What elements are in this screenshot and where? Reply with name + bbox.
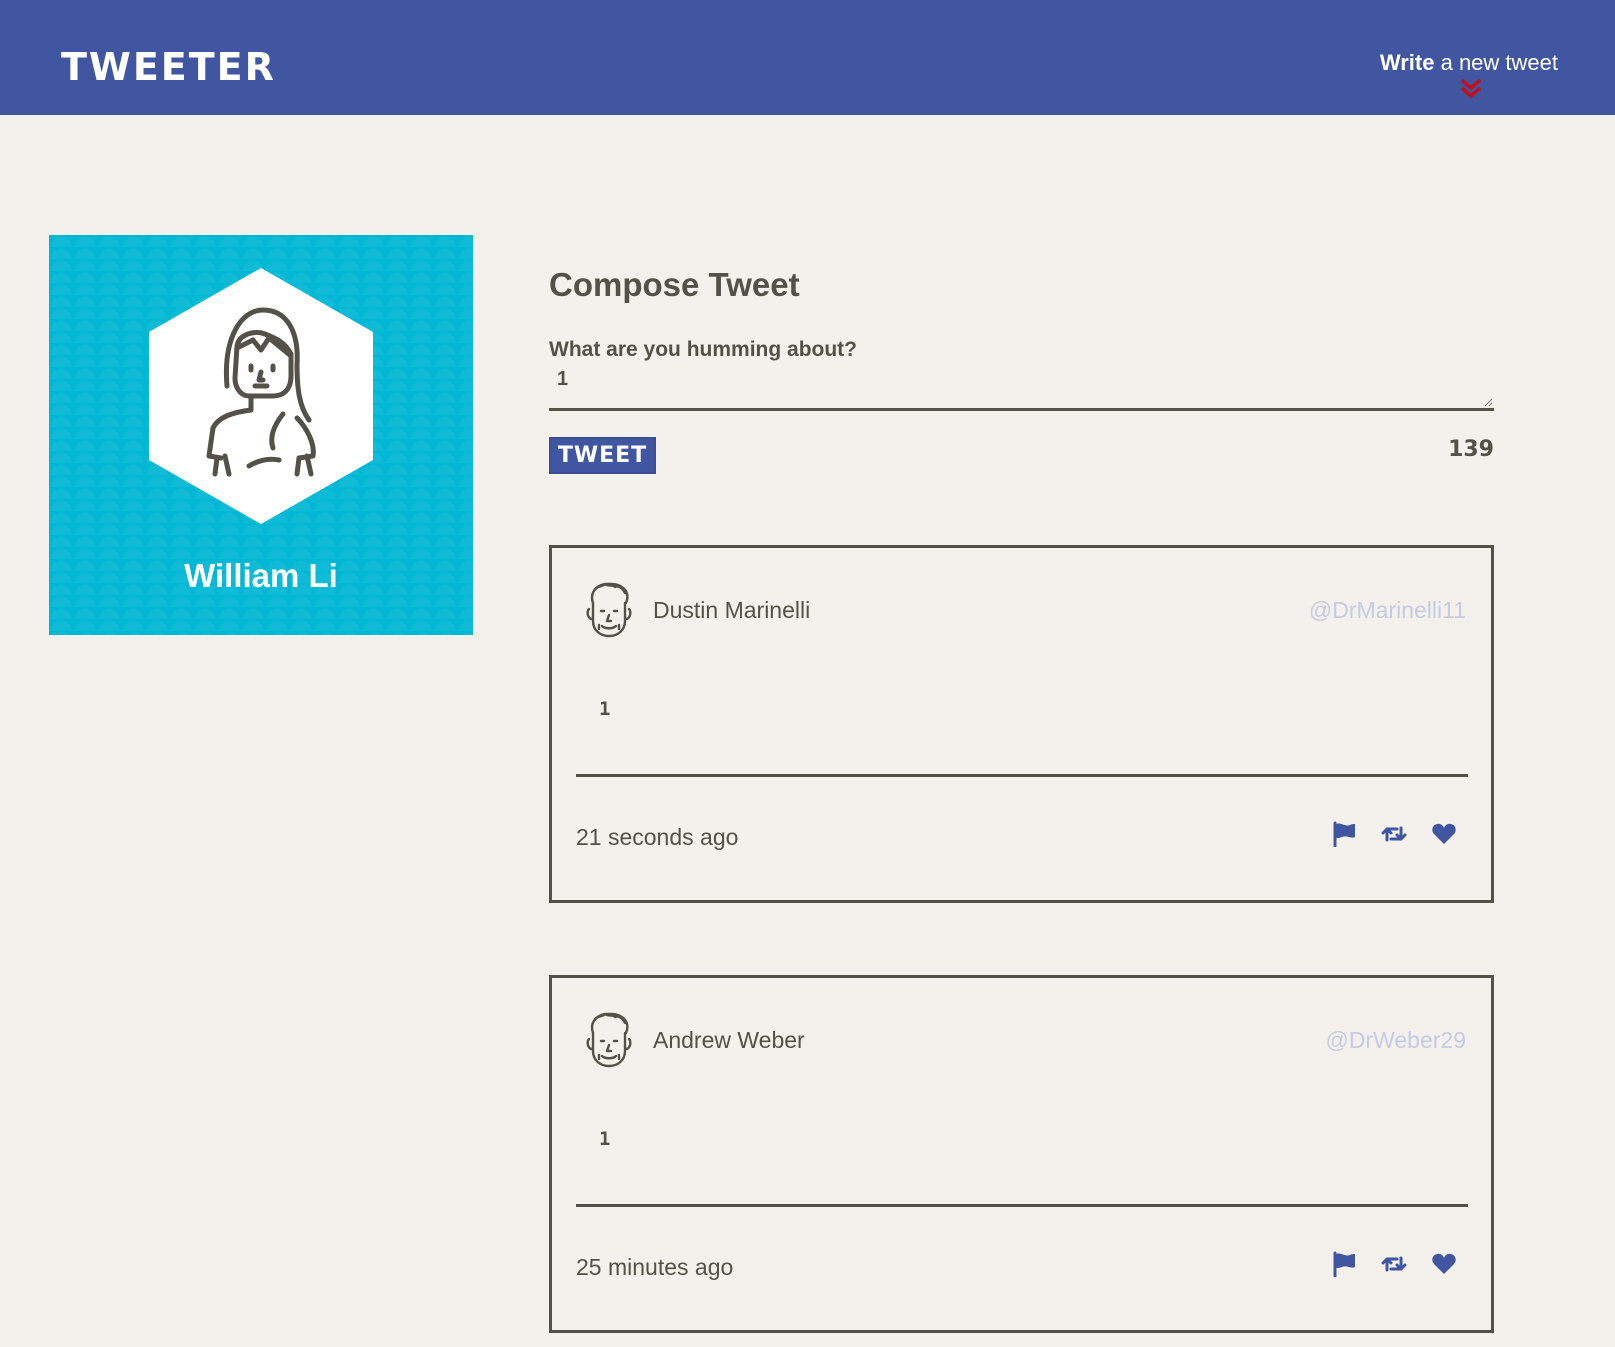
tweet-article: Andrew Weber @DrWeber29 1 25 minutes ago bbox=[549, 975, 1494, 1333]
tweet-author-handle: @DrWeber29 bbox=[1325, 1027, 1466, 1053]
tweet-author-name: Andrew Weber bbox=[653, 1027, 805, 1053]
profile-name: William Li bbox=[184, 557, 338, 594]
double-chevron-down-icon[interactable] bbox=[1460, 78, 1482, 100]
tweet-content: 1 bbox=[599, 698, 611, 720]
write-new-tweet-link[interactable]: Write a new tweet bbox=[1380, 52, 1558, 74]
resize-grip-icon[interactable] bbox=[1484, 398, 1493, 407]
heart-icon[interactable] bbox=[1431, 1251, 1457, 1277]
flag-icon[interactable] bbox=[1331, 1251, 1357, 1278]
tweet-timestamp: 25 minutes ago bbox=[576, 1254, 734, 1280]
tweet-actions bbox=[1331, 1251, 1457, 1278]
tweet-author-handle: @DrMarinelli11 bbox=[1308, 597, 1466, 623]
compose-title: Compose Tweet bbox=[549, 266, 800, 303]
tweet-divider bbox=[576, 774, 1468, 777]
retweet-icon[interactable] bbox=[1381, 1251, 1407, 1277]
compose-link-bold: Write bbox=[1379, 50, 1435, 75]
tweet-submit-button[interactable]: TWEET bbox=[549, 437, 656, 474]
user-avatar-icon bbox=[586, 1012, 632, 1068]
flag-icon[interactable] bbox=[1331, 821, 1357, 848]
tweet-author-name: Dustin Marinelli bbox=[653, 597, 811, 623]
tweet-actions bbox=[1331, 821, 1457, 848]
user-profile-card: William Li bbox=[49, 235, 473, 635]
tweet-textarea[interactable]: 1 bbox=[549, 366, 1494, 411]
app-logo[interactable]: TWEETER bbox=[61, 48, 276, 86]
tweet-content: 1 bbox=[599, 1128, 611, 1150]
profile-avatar-icon bbox=[149, 268, 373, 524]
top-navbar: TWEETER Write a new tweet bbox=[0, 0, 1615, 115]
user-avatar-icon bbox=[586, 582, 632, 638]
tweet-article: Dustin Marinelli @DrMarinelli11 1 21 sec… bbox=[549, 545, 1494, 903]
compose-label: What are you humming about? bbox=[549, 338, 857, 361]
retweet-icon[interactable] bbox=[1381, 821, 1407, 847]
heart-icon[interactable] bbox=[1431, 821, 1457, 847]
tweet-divider bbox=[576, 1204, 1468, 1207]
tweet-timestamp: 21 seconds ago bbox=[576, 824, 739, 850]
character-counter: 139 bbox=[1448, 437, 1494, 462]
compose-link-rest: a new tweet bbox=[1434, 50, 1558, 75]
